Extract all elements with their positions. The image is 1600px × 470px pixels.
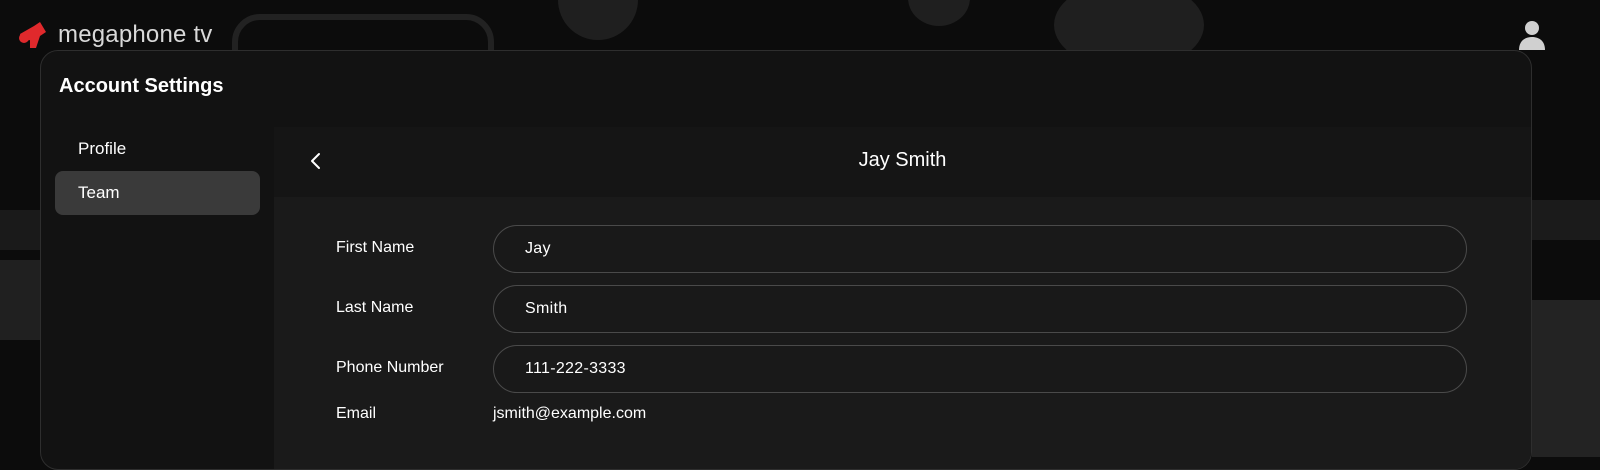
brand-name: megaphone tv	[58, 21, 213, 49]
phone-number-input[interactable]	[493, 345, 1467, 393]
first-name-input[interactable]	[493, 225, 1467, 273]
phone-number-row: Phone Number	[336, 345, 1467, 393]
page-title: Account Settings	[59, 75, 223, 98]
detail-header: Jay Smith	[274, 127, 1531, 197]
sidebar-item-team[interactable]: Team	[55, 171, 260, 215]
email-label: Email	[336, 405, 376, 423]
account-settings-panel: Account Settings Profile Team Jay Smith …	[40, 50, 1532, 470]
sidebar-item-label: Profile	[78, 139, 126, 159]
settings-sidebar: Profile Team	[55, 127, 260, 215]
email-row: Email jsmith@example.com	[336, 391, 1467, 439]
megaphone-icon	[16, 18, 52, 52]
email-value: jsmith@example.com	[493, 405, 646, 423]
member-form: First Name Last Name Phone Number Email …	[274, 197, 1531, 469]
user-account-button[interactable]	[1514, 18, 1550, 52]
brand-logo[interactable]: megaphone tv	[16, 18, 213, 52]
user-icon	[1514, 18, 1550, 52]
sidebar-item-label: Team	[78, 183, 120, 203]
sidebar-item-profile[interactable]: Profile	[55, 127, 260, 171]
first-name-label: First Name	[336, 239, 414, 257]
member-detail: Jay Smith First Name Last Name Phone Num…	[274, 127, 1531, 469]
last-name-row: Last Name	[336, 285, 1467, 333]
member-name-title: Jay Smith	[274, 149, 1531, 172]
first-name-row: First Name	[336, 225, 1467, 273]
last-name-input[interactable]	[493, 285, 1467, 333]
phone-number-label: Phone Number	[336, 359, 444, 377]
last-name-label: Last Name	[336, 299, 413, 317]
